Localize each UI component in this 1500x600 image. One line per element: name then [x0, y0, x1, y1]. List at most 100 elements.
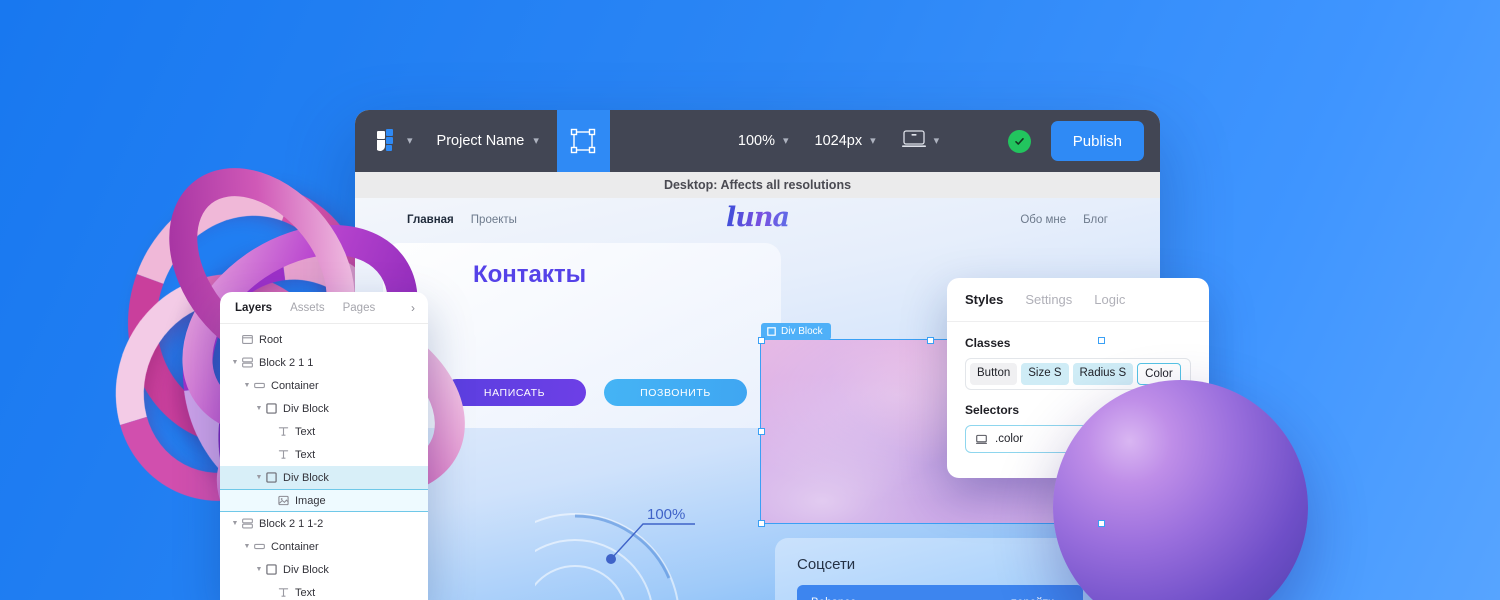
block-icon	[240, 518, 254, 529]
selection-label-badge: Div Block	[761, 323, 831, 340]
site-nav-item-blog[interactable]: Блог	[1083, 214, 1108, 226]
chevron-down-icon: ▾	[533, 134, 539, 147]
layer-label: Image	[295, 494, 326, 507]
classes-label: Classes	[965, 336, 1011, 350]
tab-settings[interactable]: Settings	[1025, 292, 1072, 307]
chevron-right-icon[interactable]: ›	[411, 301, 415, 315]
write-button[interactable]: НАПИСАТЬ	[443, 379, 586, 406]
container-icon	[252, 380, 266, 391]
select-tool-button[interactable]	[556, 110, 610, 172]
contacts-button-row: НАПИСАТЬ ПОЗВОНИТЬ	[443, 379, 747, 406]
selection-handle-bottom-left[interactable]	[757, 519, 765, 527]
selection-handle-top-left[interactable]	[757, 336, 765, 344]
canvas-width-dropdown[interactable]: 1024px ▾	[815, 133, 876, 149]
chevron-down-icon: ▾	[407, 134, 413, 147]
project-name-menu[interactable]: Project Name ▾	[419, 110, 557, 172]
layer-row-text[interactable]: Text	[220, 581, 428, 600]
layer-row-image[interactable]: Image	[220, 489, 428, 512]
project-name-label: Project Name	[436, 133, 525, 149]
layers-tree: Root ▼ Block 2 1 1 ▼ Container ▼ Div Block Text…	[220, 324, 428, 600]
container-icon	[252, 541, 266, 552]
layer-row-container[interactable]: ▼ Container	[220, 374, 428, 397]
app-logo-icon	[377, 129, 399, 153]
site-navbar: Главная Проекты luna Обо мне Блог	[355, 198, 1160, 242]
status-badge	[1007, 129, 1031, 153]
image-icon	[276, 495, 290, 506]
site-nav-right: Обо мне Блог	[1020, 214, 1108, 226]
selector-value: .color	[995, 433, 1024, 445]
twisty-icon[interactable]: ▼	[254, 474, 264, 481]
tab-logic[interactable]: Logic	[1094, 292, 1125, 307]
text-icon	[276, 426, 290, 437]
twisty-icon[interactable]: ▼	[242, 543, 252, 550]
twisty-icon[interactable]: ▼	[242, 382, 252, 389]
selection-handle-top[interactable]	[927, 336, 934, 344]
publish-button[interactable]: Publish	[1050, 121, 1144, 161]
check-icon	[1014, 137, 1024, 145]
layer-row-div-block[interactable]: ▼ Div Block	[220, 397, 428, 420]
twisty-icon[interactable]: ▼	[254, 405, 264, 412]
layer-label: Root	[259, 333, 283, 346]
class-chip-button[interactable]: Button	[970, 363, 1018, 385]
layer-row-root[interactable]: Root	[220, 328, 428, 351]
layer-row-text[interactable]: Text	[220, 443, 428, 466]
div-icon	[264, 403, 278, 414]
desktop-device-icon	[901, 130, 926, 152]
layer-label: Text	[295, 425, 316, 438]
layer-row-container[interactable]: ▼ Container	[220, 535, 428, 558]
class-chip-size-s[interactable]: Size S	[1021, 363, 1069, 385]
layer-label: Text	[295, 586, 316, 599]
div-icon	[264, 472, 278, 483]
editor-toolbar: ▾ Project Name ▾ 100% ▾ 1024px ▾ ▾ Publi…	[355, 110, 1160, 172]
zoom-level-dropdown[interactable]: 100% ▾	[738, 133, 789, 149]
layer-label: Div Block	[283, 563, 329, 576]
layer-row-text[interactable]: Text	[220, 420, 428, 443]
selection-label-text: Div Block	[781, 326, 823, 337]
tab-assets[interactable]: Assets	[290, 302, 325, 314]
layer-row-block-2-1-1[interactable]: ▼ Block 2 1 1	[220, 351, 428, 374]
selection-handle-bottom-right[interactable]	[1097, 519, 1105, 527]
selection-handle-top-right[interactable]	[1097, 336, 1105, 344]
div-icon	[767, 327, 776, 336]
call-button[interactable]: ПОЗВОНИТЬ	[604, 379, 747, 406]
twisty-icon[interactable]: ▼	[254, 566, 264, 573]
site-nav-left: Главная Проекты	[407, 214, 517, 226]
root-icon	[240, 334, 254, 345]
selector-scope-icon	[976, 434, 987, 444]
layers-panel: Layers Assets Pages › Root ▼ Block 2 1 1 ▼ C…	[220, 292, 428, 600]
social-card: Соцсети Behance перейти → Dprofile перей…	[775, 538, 1105, 600]
tab-layers[interactable]: Layers	[235, 302, 272, 314]
layer-label: Div Block	[283, 471, 329, 484]
device-preview-dropdown[interactable]: ▾	[901, 130, 939, 152]
site-nav-item-projects[interactable]: Проекты	[471, 214, 517, 226]
tab-styles[interactable]: Styles	[965, 292, 1003, 307]
contacts-card[interactable]: Контакты НАПИСАТЬ ПОЗВОНИТЬ	[383, 243, 781, 428]
site-nav-item-home[interactable]: Главная	[407, 214, 454, 226]
layers-panel-tabs: Layers Assets Pages ›	[220, 292, 428, 324]
progress-gauge-graphic: 100%	[535, 506, 695, 600]
layer-label: Block 2 1 1-2	[259, 517, 324, 530]
tab-pages[interactable]: Pages	[343, 302, 376, 314]
div-icon	[264, 564, 278, 575]
block-icon	[240, 357, 254, 368]
zoom-level-label: 100%	[737, 133, 775, 149]
frame-tool-icon	[571, 128, 596, 154]
resolution-notice-text: Desktop: Affects all resolutions	[663, 178, 852, 192]
gauge-value-label: 100%	[647, 506, 685, 523]
layer-label: Block 2 1 1	[259, 356, 314, 369]
twisty-icon[interactable]: ▼	[230, 520, 240, 527]
twisty-icon[interactable]: ▼	[230, 359, 240, 366]
layer-row-div-block[interactable]: ▼ Div Block	[220, 558, 428, 581]
resolution-notice-bar: Desktop: Affects all resolutions	[355, 172, 1160, 198]
layer-label: Container	[271, 379, 319, 392]
layer-label: Container	[271, 540, 319, 553]
social-row-behance[interactable]: Behance перейти →	[797, 585, 1083, 600]
canvas-width-label: 1024px	[814, 133, 863, 149]
layer-row-block-2-1-1-2[interactable]: ▼ Block 2 1 1-2	[220, 512, 428, 535]
styles-panel-tabs: Styles Settings Logic	[947, 278, 1209, 322]
layer-row-div-block[interactable]: ▼ Div Block	[220, 466, 428, 489]
selection-handle-left[interactable]	[757, 427, 765, 435]
class-chip-radius-s[interactable]: Radius S	[1072, 363, 1134, 385]
site-nav-item-about[interactable]: Обо мне	[1020, 214, 1066, 226]
app-logo-menu[interactable]: ▾	[355, 110, 419, 172]
